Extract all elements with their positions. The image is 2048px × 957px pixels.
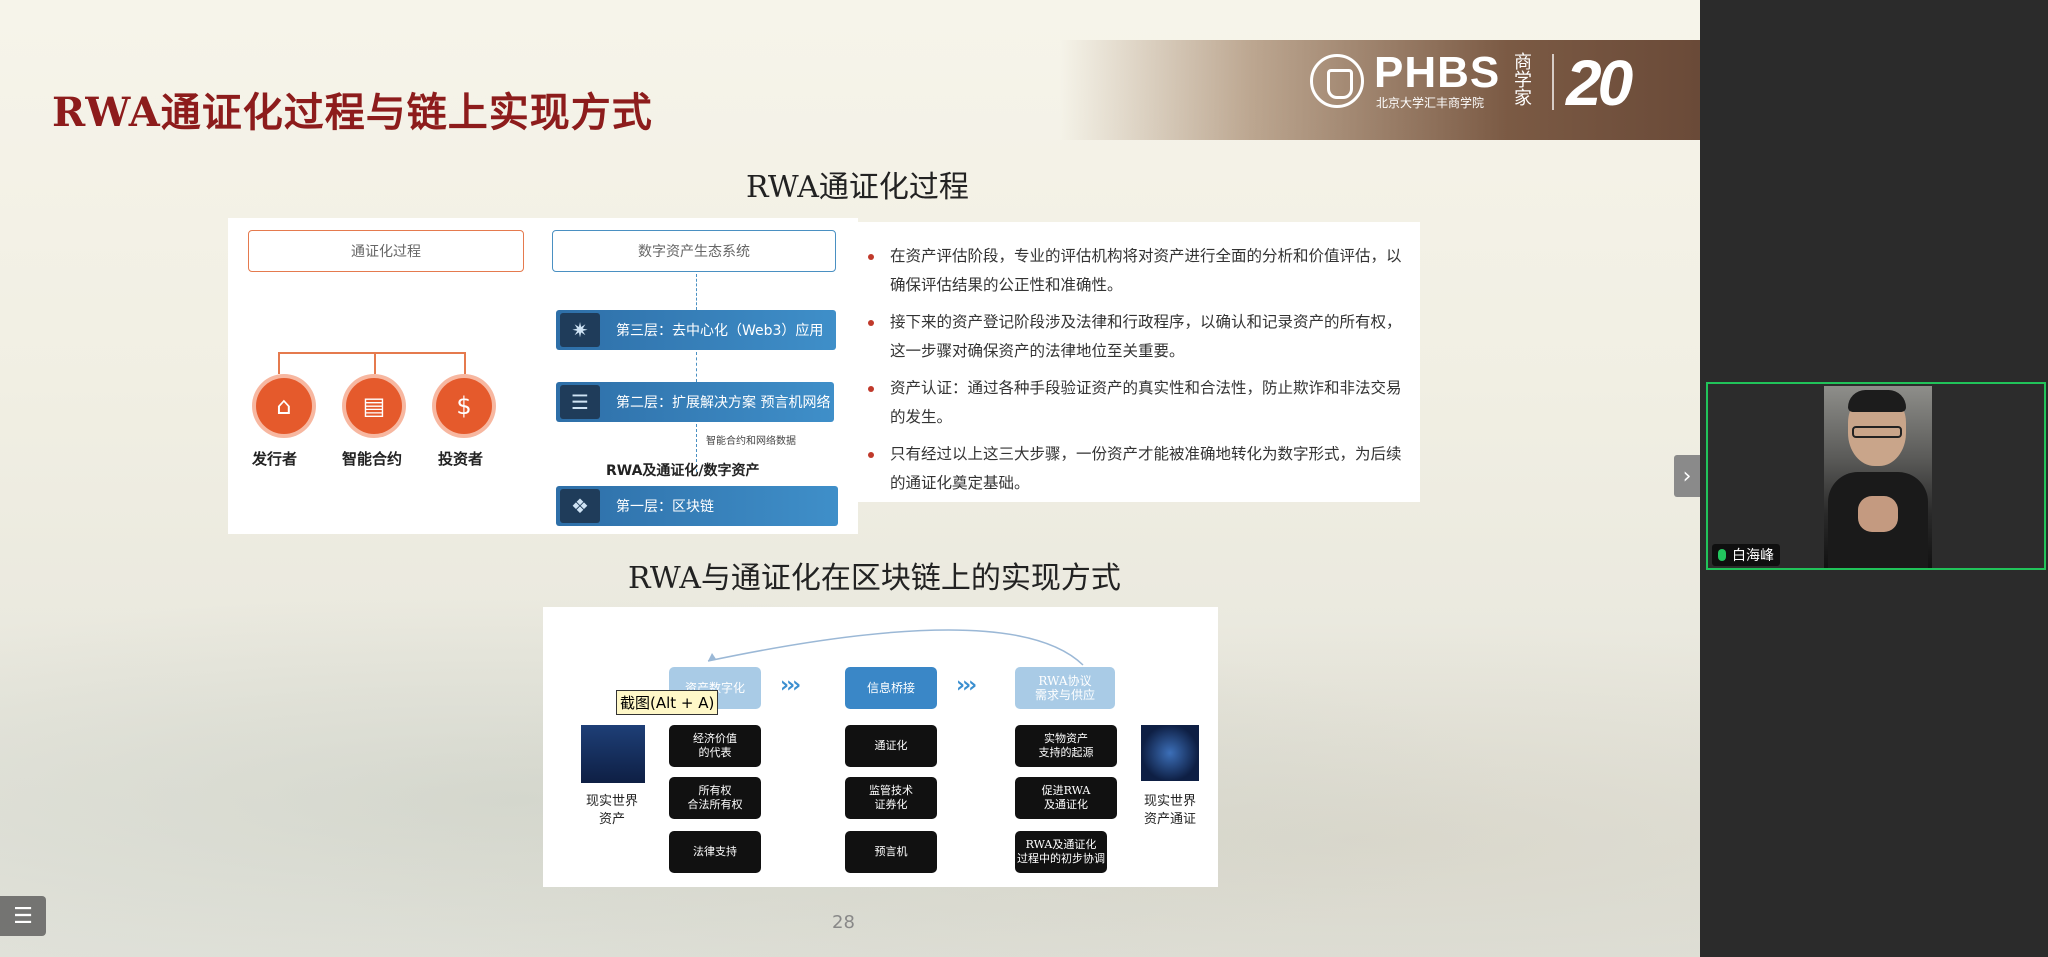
video-hands xyxy=(1858,496,1898,532)
microphone-icon xyxy=(1718,549,1726,561)
calligraphy-logo: 商学家 xyxy=(1511,52,1532,106)
collapse-panel-button[interactable]: › xyxy=(1674,455,1700,497)
server-icon: ☰ xyxy=(560,385,600,419)
section1-title: RWA通证化过程 xyxy=(746,170,969,205)
layer-3: ✷ 第三层：去中心化（Web3）应用 xyxy=(556,310,836,350)
building-icon xyxy=(581,725,645,783)
participant-video xyxy=(1824,386,1932,568)
real-world-token-label: 现实世界 资产通证 xyxy=(1143,794,1196,827)
participant-name-tag: 白海峰 xyxy=(1712,544,1780,566)
layer-2: ☰ 第二层：扩展解决方案 预言机网络 xyxy=(556,382,834,422)
tokenization-process-box: 通证化过程 xyxy=(248,230,524,272)
blockchain-icon: ❖ xyxy=(560,489,600,523)
token-building-icon xyxy=(1141,725,1199,781)
flow-block: 法律支持 xyxy=(669,831,761,873)
actor-label: 发行者 xyxy=(252,450,298,468)
tokenization-diagram: 通证化过程 数字资产生态系统 ⌂ ▤ $ 发行者 智能合约 投资者 ✷ 第三层：… xyxy=(228,218,858,534)
list-icon: ☰ xyxy=(13,903,33,929)
video-glasses xyxy=(1852,426,1902,438)
section2-title: RWA与通证化在区块链上的实现方式 xyxy=(628,561,1121,596)
anniversary-logo: 20 xyxy=(1566,47,1633,119)
flow-block: RWA及通证化 过程中的初步协调 xyxy=(1015,831,1107,873)
cycle-arrow xyxy=(707,629,1084,666)
flow-block: 通证化 xyxy=(845,725,937,767)
flow-block: 经济价值 的代表 xyxy=(669,725,761,767)
network-icon: ✷ xyxy=(560,313,600,347)
flow-block: 促进RWA 及通证化 xyxy=(1015,777,1117,819)
brand-subtitle: 北京大学汇丰商学院 xyxy=(1376,96,1485,110)
video-hair xyxy=(1848,390,1906,412)
layer-1: ❖ 第一层：区块链 xyxy=(556,486,838,526)
chevron-arrows-icon: ››› xyxy=(780,673,801,698)
column-header-protocol: RWA协议 需求与供应 xyxy=(1015,667,1115,709)
brand-name: PHBS xyxy=(1374,48,1501,97)
bullet-item: 资产认证：通过各种手段验证资产的真实性和合法性，防止欺诈和非法交易的发生。 xyxy=(868,374,1404,432)
dashed-connector xyxy=(696,352,697,382)
bullet-text: 在资产评估阶段，专业的评估机构将对资产进行全面的分析和价值评估，以确保评估结果的… xyxy=(890,247,1402,294)
flow-block: 预言机 xyxy=(845,831,937,873)
actor-label: 智能合约 xyxy=(342,450,403,468)
steps-text-panel: 在资产评估阶段，专业的评估机构将对资产进行全面的分析和价值评估，以确保评估结果的… xyxy=(856,222,1420,502)
slide-title: RWA通证化过程与链上实现方式 xyxy=(52,89,653,136)
digital-asset-ecosystem-box: 数字资产生态系统 xyxy=(552,230,836,272)
flow-block: 实物资产 支持的起源 xyxy=(1015,725,1117,767)
smart-contract-icon: ▤ xyxy=(346,378,402,434)
link-label: 智能合约和网络数据 xyxy=(706,436,796,447)
layer-label: 第一层：区块链 xyxy=(616,499,714,515)
flow-block: 监管技术 证券化 xyxy=(845,777,937,819)
layer-label: 第三层：去中心化（Web3）应用 xyxy=(616,323,824,339)
chevron-arrows-icon: ››› xyxy=(956,673,977,698)
bullet-item: 在资产评估阶段，专业的评估机构将对资产进行全面的分析和价值评估，以确保评估结果的… xyxy=(868,242,1404,300)
actor-label: 投资者 xyxy=(438,450,484,468)
screenshot-tooltip: 截图(Alt + A) xyxy=(616,690,719,715)
bullet-text: 接下来的资产登记阶段涉及法律和行政程序，以确认和记录资产的所有权，这一步骤对确保… xyxy=(890,313,1402,360)
chevron-right-icon: › xyxy=(1682,463,1692,489)
layer-label: 第二层：扩展解决方案 预言机网络 xyxy=(616,395,831,411)
presentation-slide: PHBS 北京大学汇丰商学院 商学家 20 RWA通证化过程与链上实现方式 RW… xyxy=(0,0,1700,957)
bullet-text: 只有经过以上这三大步骤，一份资产才能被准确地转化为数字形式，为后续的通证化奠定基… xyxy=(890,445,1402,492)
investor-icon: $ xyxy=(436,378,492,434)
bullet-text: 资产认证：通过各种手段验证资产的真实性和合法性，防止欺诈和非法交易的发生。 xyxy=(890,379,1402,426)
participant-video-tile[interactable]: 白海峰 xyxy=(1706,382,2046,570)
connector-line xyxy=(374,352,466,374)
column-header-bridge: 信息桥接 xyxy=(845,667,937,709)
bullet-item: 接下来的资产登记阶段涉及法律和行政程序，以确认和记录资产的所有权，这一步骤对确保… xyxy=(868,308,1404,366)
dashed-connector xyxy=(696,274,697,310)
issuer-icon: ⌂ xyxy=(256,378,312,434)
pku-seal-logo xyxy=(1310,54,1364,108)
page-number: 28 xyxy=(832,912,855,933)
real-world-asset-label: 现实世界 资产 xyxy=(585,794,638,827)
bullet-item: 只有经过以上这三大步骤，一份资产才能被准确地转化为数字形式，为后续的通证化奠定基… xyxy=(868,440,1404,498)
connector-line xyxy=(278,352,376,374)
header-divider xyxy=(1552,54,1554,110)
asset-label: RWA及通证化/数字资产 xyxy=(606,463,760,479)
implementation-flow-diagram: 资产数字化 ››› 信息桥接 ››› RWA协议 需求与供应 现实世界 资产 经… xyxy=(543,607,1218,887)
slide-menu-button[interactable]: ☰ xyxy=(0,896,46,936)
participant-name: 白海峰 xyxy=(1732,548,1774,564)
flow-block: 所有权 合法所有权 xyxy=(669,777,761,819)
